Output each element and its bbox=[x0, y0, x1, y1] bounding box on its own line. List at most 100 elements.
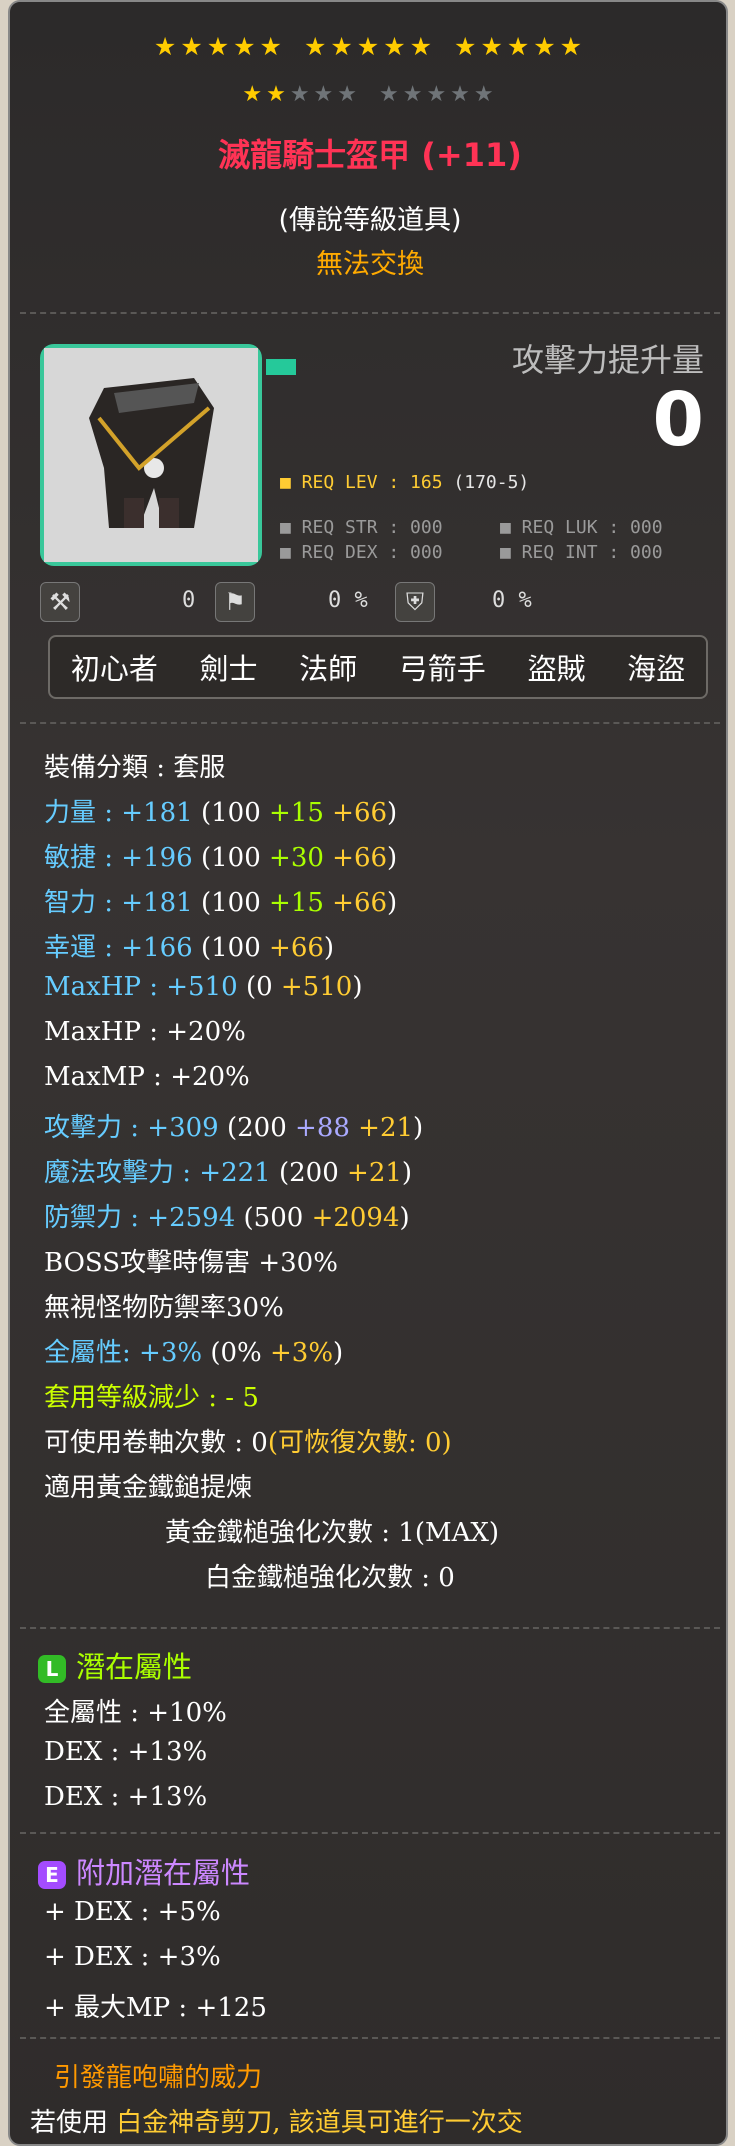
stat-starforce: +88 bbox=[295, 1113, 350, 1143]
stat-maxhp: MaxHP : +510 (0 +510) bbox=[44, 972, 362, 1002]
job-archer: 弓箭手 bbox=[398, 652, 486, 686]
star-group-2: ★★★★★ bbox=[303, 32, 437, 61]
job-warrior: 劍士 bbox=[199, 652, 258, 686]
stat-total: +309 bbox=[147, 1113, 219, 1143]
stat-scroll: 可使用卷軸次數 : 0(可恢復次數: 0) bbox=[44, 1422, 452, 1459]
stat-str: 力量 : +181 (100 +15 +66) bbox=[44, 792, 397, 829]
stat-total: +181 bbox=[121, 798, 193, 828]
shield-icon: ⛨ bbox=[395, 582, 435, 622]
stat-base: (500 bbox=[243, 1203, 312, 1233]
stat-add: +30 bbox=[269, 843, 324, 873]
stat-luk: 幸運 : +166 (100 +66) bbox=[44, 927, 334, 964]
potential-title-text: 潛在屬性 bbox=[76, 1650, 193, 1684]
skill-icon: ⚑ bbox=[215, 582, 255, 622]
item-name: 滅龍騎士盔甲 (+11) bbox=[218, 136, 522, 174]
stat-flame: +3% bbox=[270, 1338, 334, 1368]
skill-value: 0 % bbox=[328, 588, 368, 613]
stat-end: ) bbox=[401, 1158, 413, 1188]
star-group-on: ★★ bbox=[242, 82, 290, 107]
stat-add: +15 bbox=[269, 798, 324, 828]
job-list: 初心者 劍士 法師 弓箭手 盜賊 海盜 bbox=[48, 635, 708, 699]
golden-hammer: 適用黃金鐵鎚提煉 bbox=[44, 1473, 253, 1503]
stat-flame: +510 bbox=[280, 972, 353, 1002]
stat-end: ) bbox=[387, 798, 398, 828]
stat-int: 智力 : +181 (100 +15 +66) bbox=[44, 882, 397, 919]
stat-flame: +21 bbox=[347, 1158, 402, 1188]
stat-total: +166 bbox=[121, 933, 193, 963]
additional-potential-title: E 附加潛在屬性 bbox=[38, 1850, 250, 1892]
additional-line-3: + 最大MP : +125 bbox=[44, 1993, 267, 2023]
star-group-3: ★★★★★ bbox=[454, 32, 587, 61]
stat-dex: 敏捷 : +196 (100 +30 +66) bbox=[44, 837, 397, 874]
additional-line-1: + DEX : +5% bbox=[44, 1897, 221, 1927]
divider bbox=[20, 2037, 720, 2039]
stat-def: 防禦力 : +2594 (500 +2094) bbox=[44, 1197, 410, 1234]
legendary-badge-icon: L bbox=[38, 1655, 66, 1683]
stat-label: 全屬性: bbox=[44, 1338, 140, 1368]
stat-label: 攻擊力 : bbox=[44, 1113, 148, 1143]
divider bbox=[20, 312, 720, 314]
stat-end: ) bbox=[387, 888, 398, 918]
stat-label: 敏捷 : bbox=[44, 843, 122, 873]
stat-ignore-def: 無視怪物防禦率30% bbox=[44, 1293, 284, 1323]
stat-flame: +2094 bbox=[311, 1203, 400, 1233]
platinum-hammer-count: 白金鐵槌強化次數 : 0 bbox=[205, 1563, 455, 1593]
item-grade: (傳說等級道具) bbox=[278, 205, 462, 236]
item-tooltip: ★★★★★ ★★★★★ ★★★★★ ★★★★★ ★★★★★ 滅龍騎士盔甲 (+11) … bbox=[8, 0, 728, 2146]
req-level: ■ REQ LEV : 165 (170-5) bbox=[280, 472, 529, 493]
stat-base: (100 bbox=[200, 798, 270, 828]
additional-title-text: 附加潛在屬性 bbox=[76, 1856, 251, 1890]
req-str: ■ REQ STR : 000 bbox=[280, 517, 443, 538]
job-thief: 盜賊 bbox=[527, 652, 586, 686]
upgrade-value: 0 bbox=[182, 588, 196, 613]
trade-status: 無法交換 bbox=[316, 249, 424, 280]
scroll-restore: (可恢復次數: 0) bbox=[267, 1428, 452, 1458]
stat-maxhp-pct: MaxHP : +20% bbox=[44, 1017, 246, 1047]
stat-boss: BOSS攻擊時傷害 +30% bbox=[44, 1248, 338, 1278]
req-int: ■ REQ INT : 000 bbox=[500, 542, 663, 563]
stat-total: +181 bbox=[121, 888, 193, 918]
req-level-sub: (170-5) bbox=[453, 472, 530, 493]
scissors-note: 若使用 白金神奇剪刀, 該道具可進行一次交 bbox=[30, 2102, 523, 2139]
stat-base: (100 bbox=[200, 888, 270, 918]
armor-icon bbox=[44, 348, 258, 562]
stat-allstat: 全屬性: +3% (0% +3%) bbox=[44, 1332, 343, 1369]
attack-boost-value: 0 bbox=[652, 377, 705, 463]
additional-line-2: + DEX : +3% bbox=[44, 1942, 221, 1972]
req-dex: ■ REQ DEX : 000 bbox=[280, 542, 443, 563]
starforce-row-2: ★★★★★ ★★★★★ bbox=[10, 82, 726, 107]
stat-base: (0% bbox=[210, 1338, 270, 1368]
stat-maxmp-pct: MaxMP : +20% bbox=[44, 1062, 250, 1092]
divider bbox=[20, 722, 720, 724]
stat-end: ) bbox=[323, 933, 335, 963]
stat-label: 幸運 : bbox=[44, 933, 122, 963]
item-icon bbox=[40, 344, 262, 566]
stat-flame: +66 bbox=[269, 933, 324, 963]
stat-base: (100 bbox=[200, 933, 270, 963]
stat-total: +3% bbox=[139, 1338, 203, 1368]
req-level-label: ■ REQ LEV : 165 bbox=[280, 472, 443, 493]
stat-end: ) bbox=[352, 972, 363, 1002]
scissors-note-body: 白金神奇剪刀, 該道具可進行一次交 bbox=[116, 2108, 523, 2138]
star-group-off-2: ★★★★★ bbox=[379, 82, 498, 107]
shield-value: 0 % bbox=[492, 588, 532, 613]
star-group-off-1: ★★★ bbox=[289, 82, 361, 107]
stat-total: +510 bbox=[166, 972, 238, 1002]
job-pirate: 海盜 bbox=[627, 652, 686, 686]
epic-badge-icon: E bbox=[38, 1861, 66, 1889]
stat-label: 魔法攻擊力 : bbox=[44, 1158, 200, 1188]
stat-flame: +66 bbox=[323, 888, 388, 918]
stat-total: +2594 bbox=[147, 1203, 236, 1233]
stat-label: 智力 : bbox=[44, 888, 122, 918]
item-flag bbox=[266, 359, 296, 375]
stat-base: (100 bbox=[200, 843, 270, 873]
stat-flame: +21 bbox=[349, 1113, 414, 1143]
stat-category: 裝備分類 : 套服 bbox=[44, 753, 226, 783]
divider bbox=[20, 1627, 720, 1629]
stat-label: 防禦力 : bbox=[44, 1203, 148, 1233]
stat-base: (200 bbox=[226, 1113, 296, 1143]
req-luk: ■ REQ LUK : 000 bbox=[500, 517, 663, 538]
job-beginner: 初心者 bbox=[70, 652, 158, 686]
golden-hammer-count: 黃金鐵槌強化次數 : 1(MAX) bbox=[165, 1518, 500, 1548]
attack-boost-label: 攻擊力提升量 bbox=[511, 341, 704, 379]
